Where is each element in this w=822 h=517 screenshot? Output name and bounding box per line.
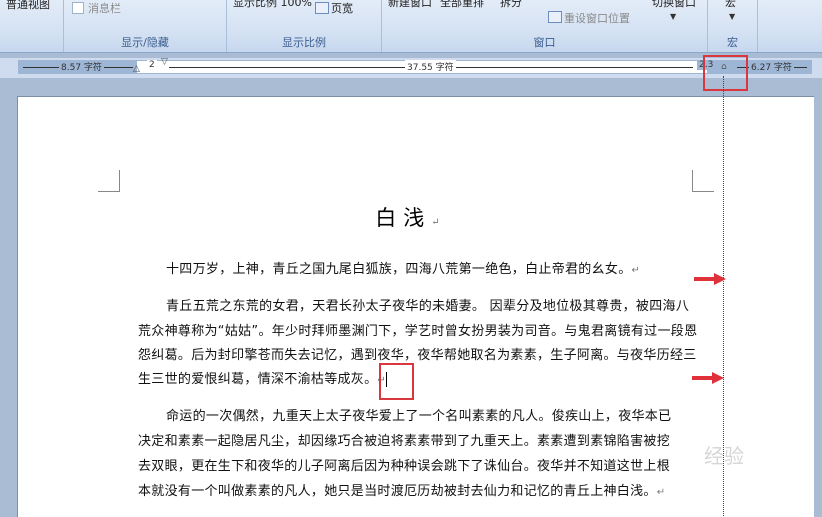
indent-value: 2 <box>147 60 157 70</box>
paragraph-line-7[interactable]: 决定和素素一起隐居凡尘，却因缘巧合被迫将素素带到了九重天上。素素遭到素锦陷害被挖 <box>138 430 670 449</box>
paragraph-line-3[interactable]: 荒众神尊称为“姑姑”。年少时拜师墨渊门下，学艺时曾女扮男装为司音。与鬼君离镜有过… <box>138 320 697 339</box>
document-title[interactable]: 白浅↵ <box>0 202 822 232</box>
switch-window-button[interactable]: 切换窗口 <box>652 0 696 10</box>
window-group-label: 窗口 <box>533 36 556 49</box>
message-bar-checkbox[interactable] <box>72 2 84 14</box>
reset-window-position-button[interactable]: 重设窗口位置 <box>564 10 630 26</box>
reset-window-icon <box>548 11 562 23</box>
paragraph-line-1[interactable]: 十四万岁，上神，青丘之国九尾白狐族，四海八荒第一绝色，白止帝君的幺女。↵ <box>166 258 640 277</box>
horizontal-ruler[interactable]: 8.57 字符 2 37.55 字符 2.3 6.27 字符 ▽ △ ⌂ <box>18 58 812 74</box>
cursor-highlight-box <box>379 363 414 400</box>
macro-group-label: 宏 <box>727 36 738 49</box>
right-indent-highlight-box <box>703 55 748 91</box>
switch-window-dropdown-icon[interactable]: ▼ <box>670 12 676 21</box>
zoom-group-label: 显示比例 <box>282 36 326 49</box>
paragraph-line-9[interactable]: 本就没有一个叫做素素的凡人，她只是当时渡厄历劫被封去仙力和记忆的青丘上神白浅。↵ <box>138 480 665 499</box>
normal-view-button[interactable]: 普通视图 <box>6 0 50 12</box>
view-group: 普通视图 <box>0 0 64 52</box>
page-width-icon <box>315 2 329 14</box>
text-width-value: 37.55 字符 <box>405 60 456 73</box>
watermark-logo: 经验 <box>704 444 744 468</box>
paragraph-line-2[interactable]: 青丘五荒之东荒的女君，天君长孙太子夜华的未婚妻。 因辈分及地位极其尊贵，被四海八 <box>166 295 689 314</box>
window-group: 新建窗口 全部重排 拆分 重设窗口位置 切换窗口 ▼ 窗口 <box>382 0 708 52</box>
macro-button[interactable]: 宏 <box>725 0 736 10</box>
right-margin-value: 6.27 字符 <box>749 60 794 73</box>
hanging-indent-marker-icon[interactable]: △ <box>133 65 140 74</box>
show-hide-group-label: 显示/隐藏 <box>121 36 169 49</box>
macro-dropdown-icon[interactable]: ▼ <box>729 12 735 21</box>
paragraph-line-4[interactable]: 怨纠葛。后为封印擎苍而失去记忆，遇到夜华，夜华帮她取名为素素，生子阿离。与夜华历… <box>138 344 697 363</box>
ribbon: 普通视图 消息栏 显示/隐藏 显示比例 100% 页宽 显示比例 新建窗口 全部… <box>0 0 822 53</box>
new-window-button[interactable]: 新建窗口 <box>388 0 432 10</box>
zoom-value[interactable]: 显示比例 100% <box>233 0 312 10</box>
message-bar-label: 消息栏 <box>88 2 121 15</box>
arrange-all-button[interactable]: 全部重排 <box>440 0 484 10</box>
crop-mark-top-left <box>98 170 120 192</box>
split-button[interactable]: 拆分 <box>500 0 522 10</box>
red-arrow-icon <box>692 372 724 384</box>
crop-mark-top-right <box>692 170 714 192</box>
left-margin-value: 8.57 字符 <box>59 60 104 73</box>
page-width-button[interactable]: 页宽 <box>331 0 353 16</box>
show-hide-group: 消息栏 显示/隐藏 <box>64 0 227 52</box>
paragraph-line-5[interactable]: 生三世的爱恨纠葛，情深不渝枯等成灰。↵ <box>138 368 388 387</box>
paragraph-line-8[interactable]: 去双眼，更在生下和夜华的儿子阿离后因为种种误会跳下了诛仙台。夜华并不知道这世上根 <box>138 455 670 474</box>
macro-group: 宏 ▼ 宏 <box>708 0 758 52</box>
first-line-indent-marker-icon[interactable]: ▽ <box>161 58 168 67</box>
paragraph-line-6[interactable]: 命运的一次偶然，九重天上太子夜华爱上了一个名叫素素的凡人。俊疾山上，夜华本已 <box>166 405 671 424</box>
zoom-group: 显示比例 100% 页宽 显示比例 <box>227 0 382 52</box>
red-arrow-icon <box>694 273 726 285</box>
